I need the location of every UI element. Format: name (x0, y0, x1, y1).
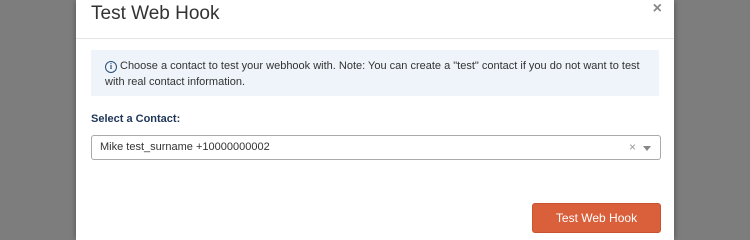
clear-selection-icon[interactable]: × (629, 140, 636, 154)
test-webhook-button[interactable]: Test Web Hook (532, 203, 661, 233)
modal-header: Test Web Hook × (76, 0, 674, 39)
chevron-down-icon[interactable] (643, 146, 651, 151)
info-alert: i Choose a contact to test your webhook w… (91, 50, 659, 96)
close-icon: × (652, 0, 662, 17)
contact-select-value: Mike test_surname +10000000002 (100, 141, 270, 153)
modal-backdrop-right (674, 0, 750, 240)
contact-select[interactable]: Mike test_surname +10000000002 × (91, 135, 661, 160)
modal-backdrop-left (0, 0, 76, 240)
close-button[interactable]: × (653, 1, 662, 17)
test-webhook-modal: Test Web Hook × i Choose a contact to tes… (76, 0, 674, 240)
info-text: Choose a contact to test your webhook wi… (105, 60, 640, 88)
modal-title: Test Web Hook (91, 3, 220, 24)
info-circle-icon: i (105, 61, 117, 73)
select-contact-label: Select a Contact: (91, 113, 181, 125)
